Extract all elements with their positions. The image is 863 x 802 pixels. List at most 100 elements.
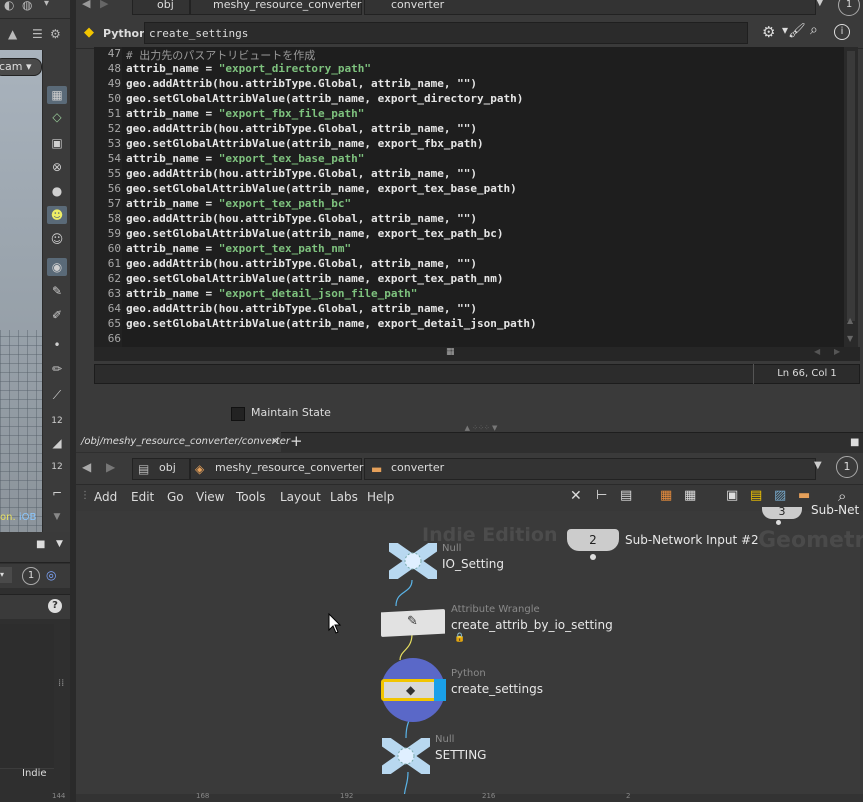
node-create-attrib-by-io-setting[interactable]: ✎ xyxy=(381,609,445,637)
node-setting[interactable] xyxy=(380,736,432,776)
search-icon[interactable]: ⌕ xyxy=(810,22,818,38)
globe-icon[interactable]: ◍ xyxy=(22,0,32,12)
forward-arrow-icon[interactable]: ▶ xyxy=(106,460,115,474)
brush-icon[interactable]: ✎ xyxy=(47,282,67,300)
scroll-down-icon[interactable]: ▼ xyxy=(847,334,853,343)
scroll-left-icon[interactable]: ◀ xyxy=(814,347,820,356)
panel-menu-icon[interactable]: ▼ xyxy=(56,539,63,549)
node-io-setting[interactable] xyxy=(387,541,439,581)
code-line[interactable]: geo.addAttrib(hou.attribType.Global, att… xyxy=(126,302,477,315)
code-line[interactable]: geo.addAttrib(hou.attribType.Global, att… xyxy=(126,212,477,225)
picker-icon[interactable]: ⟋ xyxy=(47,386,67,404)
node-create-settings[interactable]: ◆ xyxy=(381,679,446,701)
crumb-obj[interactable]: obj xyxy=(132,0,190,15)
menu-labs[interactable]: Labs xyxy=(330,490,358,504)
forward-arrow-icon[interactable]: ▶ xyxy=(100,0,108,10)
scroll-up-icon[interactable]: ▲ xyxy=(847,316,853,325)
subnet-input-3[interactable]: 3 xyxy=(762,506,802,519)
code-line[interactable]: attrib_name = "export_tex_base_path" xyxy=(126,152,364,165)
menu-tools[interactable]: Tools xyxy=(236,490,266,504)
code-line[interactable]: geo.addAttrib(hou.attribType.Global, att… xyxy=(126,167,477,180)
camera-select[interactable]: cam ▾ xyxy=(0,58,42,76)
code-line[interactable]: geo.addAttrib(hou.attribType.Global, att… xyxy=(126,257,477,270)
skull-outline-icon[interactable]: ☺ xyxy=(47,230,67,248)
pane-divider-handle[interactable]: ▲ ⁘⁘⁘ ▼ xyxy=(446,424,516,432)
menu-go[interactable]: Go xyxy=(167,490,184,504)
snap-12-icon[interactable]: 12 xyxy=(47,412,67,430)
code-line[interactable]: geo.setGlobalAttribValue(attrib_name, ex… xyxy=(126,272,504,285)
ghost-icon[interactable]: ⊗ xyxy=(47,158,67,176)
panel-layout-icon[interactable]: ■ xyxy=(36,539,45,550)
code-line[interactable]: attrib_name = "export_detail_json_file_p… xyxy=(126,287,417,300)
code-line[interactable]: attrib_name = "export_directory_path" xyxy=(126,62,371,75)
node-name-field[interactable]: create_settings xyxy=(144,22,748,44)
code-line[interactable]: geo.setGlobalAttribValue(attrib_name, ex… xyxy=(126,182,517,195)
back-arrow-icon[interactable]: ◀ xyxy=(82,0,90,10)
network-tab[interactable]: /obj/meshy_resource_converter/converter … xyxy=(76,432,290,452)
paint-icon[interactable]: ✐ xyxy=(47,306,67,324)
brush-icon[interactable]: 🖌 xyxy=(788,23,806,39)
viewport-help-icon[interactable]: ⚙ xyxy=(50,27,61,41)
sphere-icon[interactable]: ● xyxy=(47,182,67,200)
code-line[interactable]: geo.addAttrib(hou.attribType.Global, att… xyxy=(126,77,477,90)
code-line[interactable]: attrib_name = "export_fbx_file_path" xyxy=(126,107,364,120)
viewer-count-badge[interactable]: 1 xyxy=(22,567,40,585)
menu-edit[interactable]: Edit xyxy=(131,490,154,504)
add-tab-button[interactable]: + xyxy=(290,432,303,450)
code-line[interactable]: attrib_name = "export_tex_path_nm" xyxy=(126,242,351,255)
menu-help[interactable]: Help xyxy=(367,490,394,504)
dot-icon[interactable]: • xyxy=(47,336,67,354)
menu-view[interactable]: View xyxy=(196,490,224,504)
tree-icon[interactable]: ⊢ xyxy=(596,488,607,503)
code-line[interactable]: geo.setGlobalAttribValue(attrib_name, ex… xyxy=(126,137,484,150)
grid-icon[interactable]: ▦ xyxy=(684,488,696,503)
display-options-icon[interactable]: ▦ xyxy=(47,86,67,104)
selection-icon[interactable]: ◇ xyxy=(47,108,67,126)
image-icon[interactable]: ▨ xyxy=(774,488,786,503)
output-connector[interactable] xyxy=(590,554,596,560)
net-crumb-sop[interactable]: ▬ converter xyxy=(364,458,816,480)
code-scrollbar[interactable] xyxy=(844,47,858,347)
subnet-input-2[interactable]: 2 xyxy=(567,529,619,551)
scroll-down-icon[interactable]: ▼ xyxy=(47,508,67,526)
eraser-icon[interactable]: ◢ xyxy=(47,434,67,452)
viewport-icons[interactable]: ◐ ◍ ▾ xyxy=(4,0,62,14)
viewport-nav-icon[interactable]: ▲ xyxy=(8,27,17,41)
pencil-icon[interactable]: ✏ xyxy=(47,360,67,378)
resize-grip-icon[interactable]: ▦ xyxy=(446,347,455,357)
images-icon[interactable]: ▣ xyxy=(726,488,738,503)
code-line[interactable]: # 出力先のパスアトリビュートを作成 xyxy=(126,47,315,63)
path-dropdown-icon[interactable]: ▼ xyxy=(814,460,822,471)
maintain-state-checkbox[interactable] xyxy=(231,407,245,421)
gear-icon[interactable]: ⚙ xyxy=(762,23,775,41)
snap-12b-icon[interactable]: 12 xyxy=(47,458,67,476)
back-arrow-icon[interactable]: ◀ xyxy=(82,460,91,474)
grip-icon[interactable]: ⁞⁞ xyxy=(58,678,64,689)
viewer-count-badge[interactable]: 1 xyxy=(836,456,858,478)
code-line[interactable]: geo.setGlobalAttribValue(attrib_name, ex… xyxy=(126,227,504,240)
list-icon[interactable]: ▤ xyxy=(620,488,632,503)
dropdown-arrow-icon[interactable]: ▾ xyxy=(0,567,12,583)
ruler-icon[interactable]: ⌐ xyxy=(47,484,67,502)
net-crumb-network[interactable]: ◈ meshy_resource_converter xyxy=(190,458,363,480)
crumb-sop[interactable]: converter xyxy=(364,0,816,15)
target-icon[interactable]: ◎ xyxy=(46,568,56,582)
tab-close-icon[interactable]: × xyxy=(271,432,279,452)
path-dropdown-icon[interactable]: ▼ xyxy=(816,0,824,8)
network-box-icon[interactable]: ▬ xyxy=(798,488,810,503)
color-palette-icon[interactable]: ▦ xyxy=(660,488,672,503)
menu-layout[interactable]: Layout xyxy=(280,490,321,504)
menu-add[interactable]: Add xyxy=(94,490,117,504)
viewport-list-icon[interactable]: ☰ xyxy=(32,27,43,41)
dropdown-arrow-icon[interactable]: ▾ xyxy=(44,0,49,9)
pane-layout-icon[interactable]: ■ xyxy=(850,437,859,448)
lock-icon[interactable]: ▣ xyxy=(47,134,67,152)
sticky-note-icon[interactable]: ▤ xyxy=(750,488,762,503)
crumb-network[interactable]: meshy_resource_converter xyxy=(190,0,362,15)
pin-icon[interactable]: 1 xyxy=(838,0,860,16)
code-line[interactable]: attrib_name = "export_tex_path_bc" xyxy=(126,197,351,210)
help-icon[interactable]: ? xyxy=(48,599,62,613)
skull-icon[interactable]: ☻ xyxy=(47,206,67,224)
output-connector[interactable] xyxy=(776,520,781,525)
camera-icon[interactable]: ◉ xyxy=(47,258,67,276)
